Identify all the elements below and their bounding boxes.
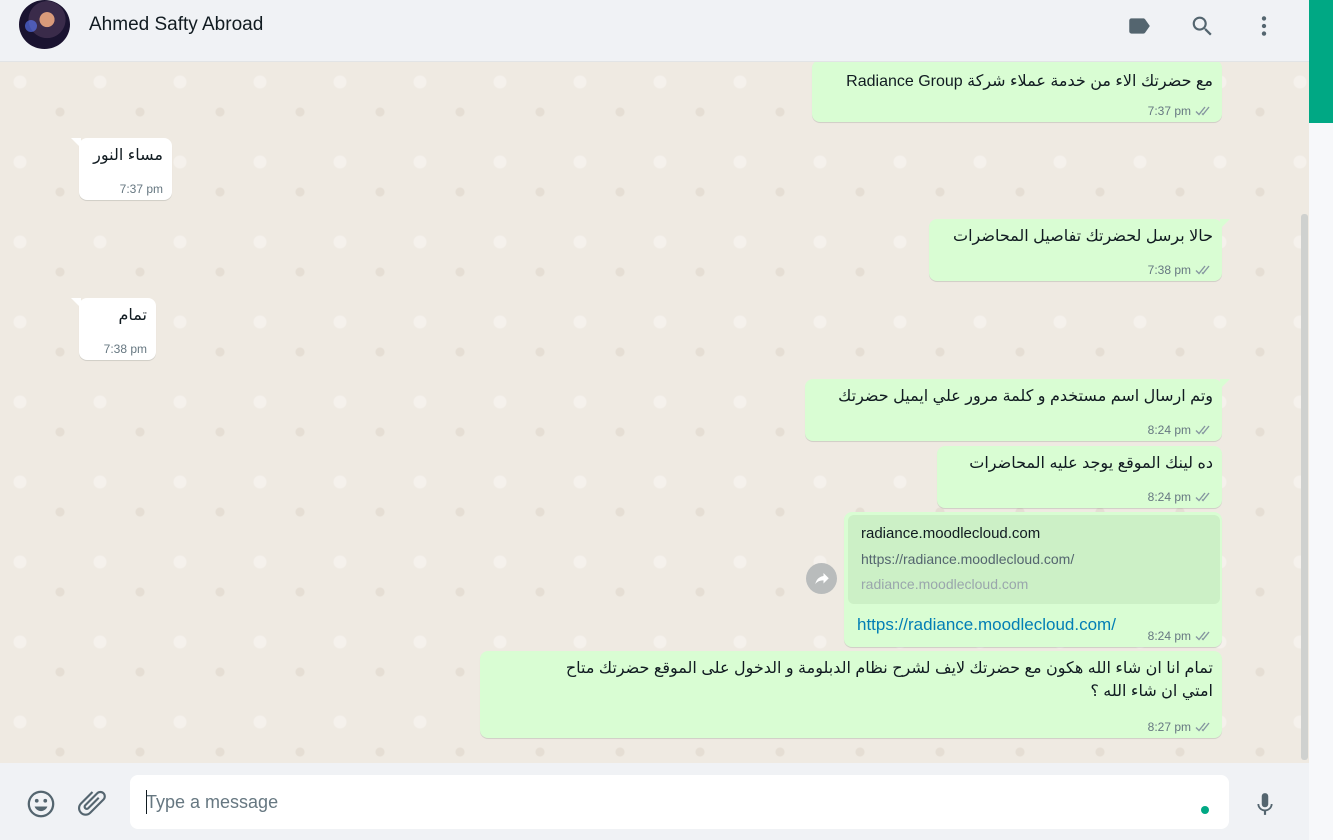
- chat-messages-area[interactable]: مع حضرتك الاء من خدمة عملاء شركة Radianc…: [0, 62, 1309, 763]
- mic-icon[interactable]: [1249, 787, 1281, 821]
- message-outgoing[interactable]: وتم ارسال اسم مستخدم و كلمة مرور علي ايم…: [805, 379, 1230, 441]
- double-check-icon: [1195, 492, 1210, 502]
- link-preview-description: https://radiance.moodlecloud.com/: [861, 551, 1075, 567]
- link-preview-host: radiance.moodlecloud.com: [861, 576, 1029, 592]
- message-text: مساء النور: [93, 147, 163, 164]
- message-link[interactable]: https://radiance.moodlecloud.com/: [857, 615, 1116, 635]
- message-text: مع حضرتك الاء من خدمة عملاء شركة Radianc…: [846, 73, 1213, 90]
- message-incoming[interactable]: مساء النور 7:37 pm: [71, 138, 172, 200]
- message-meta: 8:27 pm: [1148, 720, 1213, 734]
- message-meta: 7:38 pm: [1148, 263, 1213, 277]
- message-meta: 8:24 pm: [1148, 490, 1213, 504]
- double-check-icon: [1195, 106, 1210, 116]
- side-pane: [1309, 123, 1333, 840]
- status-dot: [1201, 806, 1209, 814]
- compose-bar: [0, 763, 1309, 840]
- message-time: 8:24 pm: [1147, 423, 1191, 437]
- message-input[interactable]: [130, 775, 1229, 829]
- message-time: 8:24 pm: [1147, 629, 1191, 643]
- text-caret: [146, 790, 147, 814]
- double-check-icon: [1195, 722, 1210, 732]
- message-text: ده لينك الموقع يوجد عليه المحاضرات: [969, 455, 1213, 472]
- message-time: 8:24 pm: [1147, 490, 1191, 504]
- menu-icon[interactable]: [1250, 12, 1278, 40]
- message-time: 7:37 pm: [1147, 104, 1191, 118]
- message-outgoing[interactable]: ده لينك الموقع يوجد عليه المحاضرات 8:24 …: [937, 446, 1222, 508]
- message-text: تمام: [118, 307, 147, 324]
- forward-icon: [814, 572, 829, 584]
- chat-header: Ahmed Safty Abroad: [0, 0, 1309, 62]
- message-outgoing[interactable]: حالا برسل لحضرتك تفاصيل المحاضرات 7:38 p…: [929, 219, 1230, 281]
- link-preview-title: radiance.moodlecloud.com: [861, 525, 1041, 542]
- message-incoming[interactable]: تمام 7:38 pm: [71, 298, 156, 360]
- bubble-tail: [71, 298, 81, 308]
- message-meta: 7:38 pm: [104, 342, 147, 356]
- link-preview-card[interactable]: radiance.moodlecloud.com https://radianc…: [848, 515, 1220, 604]
- attach-icon[interactable]: [76, 787, 110, 821]
- message-meta: 7:37 pm: [120, 182, 163, 196]
- message-meta: 7:37 pm: [1148, 104, 1213, 118]
- message-outgoing[interactable]: تمام انا ان شاء الله هكون مع حضرتك لايف …: [480, 651, 1222, 738]
- bubble-tail: [1220, 379, 1230, 389]
- double-check-icon: [1195, 425, 1210, 435]
- message-meta: 8:24 pm: [1148, 629, 1213, 643]
- double-check-icon: [1195, 631, 1210, 641]
- search-icon[interactable]: [1188, 12, 1216, 40]
- message-time: 8:27 pm: [1147, 720, 1191, 734]
- app-accent-strip: [1309, 0, 1333, 123]
- forward-button[interactable]: [806, 563, 837, 594]
- label-icon[interactable]: [1125, 12, 1153, 40]
- message-time: 7:38 pm: [103, 342, 147, 356]
- contact-name[interactable]: Ahmed Safty Abroad: [89, 14, 263, 36]
- bubble-tail: [71, 138, 81, 148]
- message-text: حالا برسل لحضرتك تفاصيل المحاضرات: [953, 228, 1213, 245]
- message-text-line-1: تمام انا ان شاء الله هكون مع حضرتك لايف …: [565, 660, 1213, 677]
- message-time: 7:38 pm: [1147, 263, 1191, 277]
- message-text-line-2: امتي ان شاء الله ؟: [1090, 683, 1213, 700]
- emoji-icon[interactable]: [24, 787, 58, 821]
- double-check-icon: [1195, 265, 1210, 275]
- message-outgoing[interactable]: مع حضرتك الاء من خدمة عملاء شركة Radianc…: [812, 62, 1222, 122]
- message-time: 7:37 pm: [119, 182, 163, 196]
- message-meta: 8:24 pm: [1148, 423, 1213, 437]
- bubble-tail: [1220, 219, 1230, 229]
- chat-scrollbar[interactable]: [1301, 214, 1308, 760]
- message-text: وتم ارسال اسم مستخدم و كلمة مرور علي ايم…: [838, 388, 1213, 405]
- contact-avatar[interactable]: [19, 0, 70, 49]
